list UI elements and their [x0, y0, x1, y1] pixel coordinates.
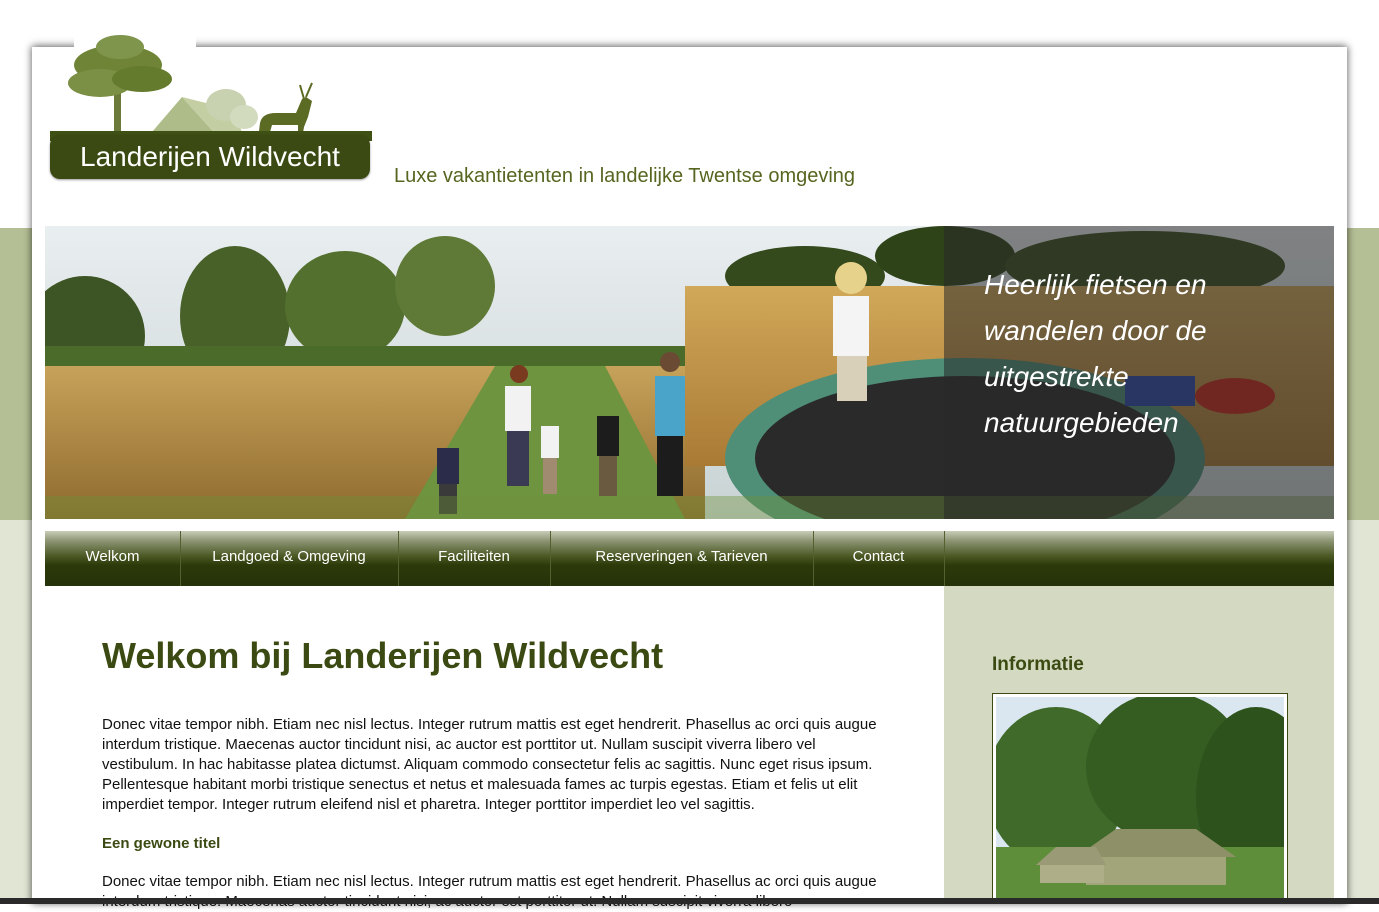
banner-caption: Heerlijk fietsen en wandelen door de uit…: [984, 269, 1207, 438]
site-tagline: Luxe vakantietenten in landelijke Twents…: [394, 165, 856, 187]
section-subtitle: Een gewone titel: [102, 835, 221, 852]
tent-photo: [993, 694, 1287, 901]
body-paragraph: Donec vitae tempor nibh. Etiam nec nisl …: [102, 873, 877, 910]
logo-illustration: [50, 35, 372, 141]
page-title: Welkom bij Landerijen Wildvecht: [102, 635, 664, 676]
logo-text: Landerijen Wildvecht: [50, 135, 370, 179]
sidebar-title: Informatie: [992, 654, 1084, 675]
nav-item-welkom[interactable]: Welkom: [45, 531, 181, 586]
intro-paragraph: Donec vitae tempor nibh. Etiam nec nisl …: [102, 716, 877, 813]
nav-item-contact[interactable]: Contact: [813, 531, 945, 586]
main-navigation: Welkom Landgoed & Omgeving Faciliteiten …: [45, 531, 1334, 586]
bottom-edge: [0, 898, 1379, 904]
main-content: Welkom bij Landerijen Wildvecht Donec vi…: [102, 631, 892, 912]
sidebar-photo[interactable]: [992, 693, 1288, 904]
hero-banner: Heerlijk fietsen en wandelen door de uit…: [45, 226, 1334, 519]
banner-caption-panel: Heerlijk fietsen en wandelen door de uit…: [944, 226, 1334, 519]
page-container: Landerijen Wildvecht Luxe vakantietenten…: [32, 27, 1347, 910]
nav-item-faciliteiten[interactable]: Faciliteiten: [398, 531, 551, 586]
sidebar: Informatie: [944, 586, 1334, 904]
nav-item-landgoed-omgeving[interactable]: Landgoed & Omgeving: [180, 531, 399, 586]
site-logo[interactable]: Landerijen Wildvecht: [50, 27, 372, 203]
nav-item-reserveringen-tarieven[interactable]: Reserveringen & Tarieven: [550, 531, 814, 586]
